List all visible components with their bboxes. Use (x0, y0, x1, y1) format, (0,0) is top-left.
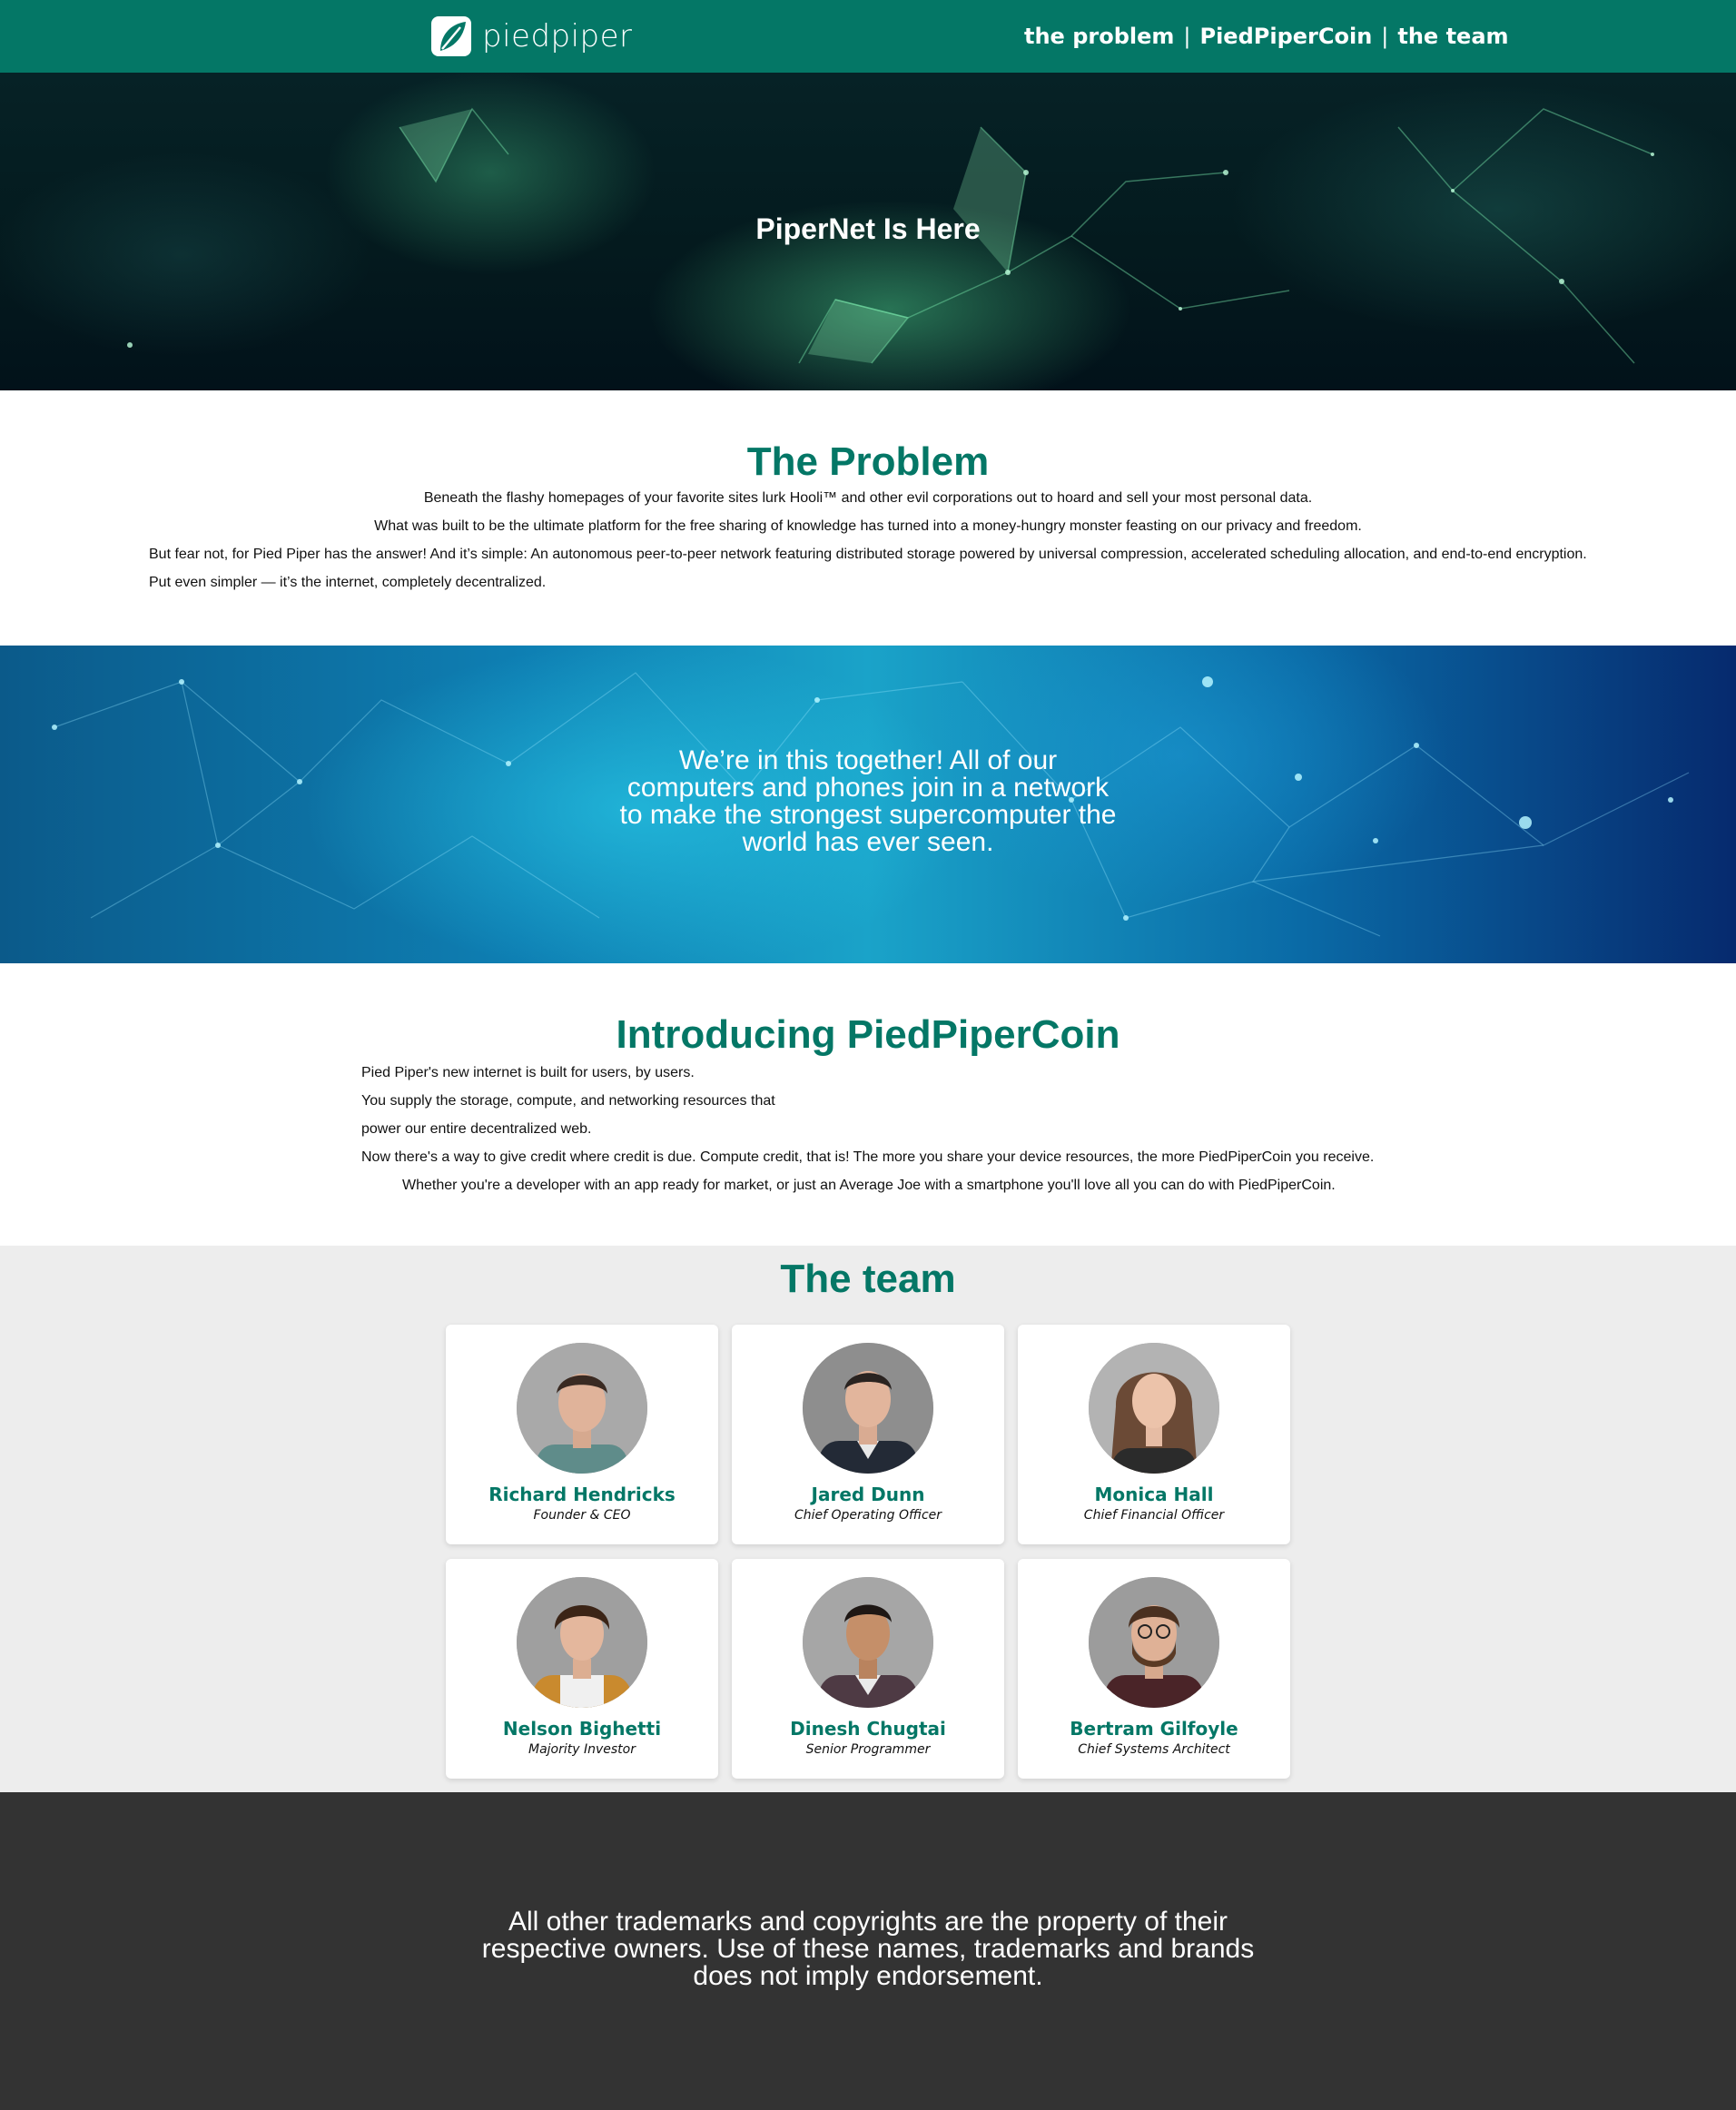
member-role: Chief Financial Officer (1083, 1508, 1225, 1523)
team-section: The team Richard Hendricks Founder & CEO (0, 1246, 1736, 1792)
member-role: Majority Investor (528, 1742, 636, 1757)
piedpipercoin-section: Introducing PiedPiperCoin Pied Piper's n… (0, 963, 1736, 1246)
member-name: Monica Hall (1094, 1484, 1214, 1505)
avatar (803, 1343, 933, 1474)
member-name: Dinesh Chugtai (790, 1718, 946, 1740)
hero-title: PiperNet Is Here (755, 212, 981, 245)
member-name: Nelson Bighetti (502, 1718, 662, 1740)
nav-link-the-problem[interactable]: the problem (1024, 24, 1174, 49)
problem-paragraph: Put even simpler — it’s the internet, co… (149, 575, 547, 590)
team-card: Monica Hall Chief Financial Officer (1018, 1325, 1290, 1544)
footer: All other trademarks and copyrights are … (0, 1792, 1736, 2110)
problem-heading: The Problem (746, 439, 990, 484)
problem-paragraph: What was built to be the ultimate platfo… (374, 518, 1362, 534)
nav-separator: | (1381, 24, 1389, 49)
top-navbar: piedpiper the problem | PiedPiperCoin | … (0, 0, 1736, 73)
member-role: Chief Systems Architect (1078, 1742, 1230, 1757)
member-name: Richard Hendricks (488, 1484, 676, 1505)
avatar (517, 1577, 647, 1708)
member-role: Founder & CEO (533, 1508, 631, 1523)
main-nav: the problem | PiedPiperCoin | the team (1024, 24, 1509, 49)
avatar (1089, 1577, 1219, 1708)
logo-text: piedpiper (482, 18, 633, 54)
footer-line: does not imply endorsement. (693, 1961, 1043, 1991)
member-role: Chief Operating Officer (794, 1508, 942, 1523)
footer-line: respective owners. Use of these names, t… (481, 1934, 1255, 1964)
member-name: Bertram Gilfoyle (1070, 1718, 1238, 1740)
team-card: Bertram Gilfoyle Chief Systems Architect (1018, 1559, 1290, 1779)
team-card: Nelson Bighetti Majority Investor (446, 1559, 718, 1779)
footer-line: All other trademarks and copyrights are … (508, 1907, 1228, 1937)
nav-link-the-team[interactable]: the team (1397, 24, 1508, 49)
hero-banner-pipernet: PiperNet Is Here (0, 73, 1736, 390)
piedpiper-logo-icon (431, 16, 471, 56)
avatar (517, 1343, 647, 1474)
hero-message-line: computers and phones join in a network (626, 773, 1110, 803)
member-role: Senior Programmer (805, 1742, 931, 1757)
avatar (803, 1577, 933, 1708)
problem-paragraph: But fear not, for Pied Piper has the ans… (149, 547, 1587, 562)
coin-paragraph: Now there's a way to give credit where c… (361, 1149, 1375, 1165)
coin-paragraph: Whether you're a developer with an app r… (402, 1178, 1336, 1193)
coin-paragraph: Pied Piper's new internet is built for u… (361, 1065, 695, 1080)
team-card: Jared Dunn Chief Operating Officer (732, 1325, 1004, 1544)
problem-paragraph: Beneath the flashy homepages of your fav… (423, 490, 1313, 506)
hero-message-line: world has ever seen. (742, 827, 994, 857)
team-card: Dinesh Chugtai Senior Programmer (732, 1559, 1004, 1779)
coin-paragraph: You supply the storage, compute, and net… (361, 1093, 775, 1109)
coin-heading: Introducing PiedPiperCoin (616, 1012, 1120, 1057)
member-name: Jared Dunn (811, 1484, 925, 1505)
nav-link-piedpipercoin[interactable]: PiedPiperCoin (1199, 24, 1372, 49)
hero-banner-together: We’re in this together! All of our compu… (0, 646, 1736, 963)
coin-paragraph: power our entire decentralized web. (361, 1121, 592, 1137)
logo[interactable]: piedpiper (431, 16, 633, 56)
nav-separator: | (1183, 24, 1191, 49)
team-heading: The team (780, 1257, 956, 1301)
hero-message-line: to make the strongest supercomputer the (619, 800, 1117, 830)
hero-message: We’re in this together! All of our compu… (0, 747, 1736, 856)
team-card: Richard Hendricks Founder & CEO (446, 1325, 718, 1544)
problem-section: The Problem Beneath the flashy homepages… (0, 390, 1736, 646)
footer-disclaimer: All other trademarks and copyrights are … (0, 1908, 1736, 1990)
hero-message-line: We’re in this together! All of our (678, 745, 1058, 775)
avatar (1089, 1343, 1219, 1474)
